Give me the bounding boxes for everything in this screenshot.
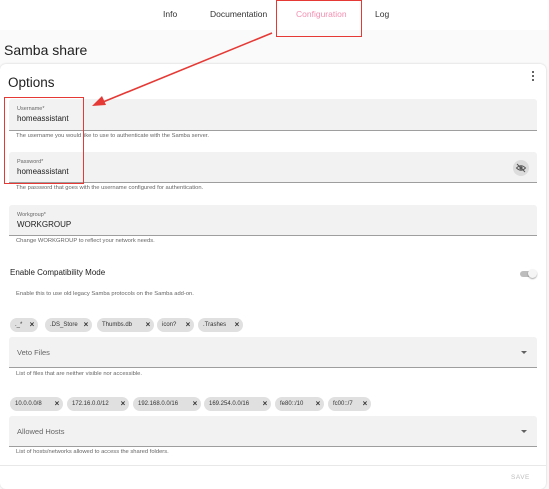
visibility-off-icon[interactable] — [513, 160, 529, 176]
veto-chip: ._* × — [10, 318, 38, 332]
compat-mode-toggle[interactable] — [518, 269, 537, 278]
chip-label: .Trashes — [203, 322, 227, 328]
chip-remove-icon[interactable]: × — [144, 318, 152, 332]
card-title: Options — [8, 75, 55, 90]
veto-files-label: Veto Files — [17, 348, 50, 357]
tab-info[interactable]: Info — [163, 9, 177, 19]
chip-remove-icon[interactable]: × — [261, 397, 269, 411]
chip-label: Thumbs.db — [102, 322, 133, 328]
chip-label: 172.16.0.0/12 — [72, 401, 109, 407]
chip-remove-icon[interactable]: × — [233, 318, 241, 332]
workgroup-field[interactable]: Workgroup* WORKGROUP — [9, 205, 537, 236]
chip-label: 10.0.0.0/8 — [15, 401, 42, 407]
host-chip: fe80::/10 × — [275, 397, 324, 411]
dropdown-arrow-icon[interactable] — [521, 430, 527, 433]
password-field[interactable]: Password* homeassistant — [9, 152, 537, 183]
host-chip: 10.0.0.0/8 × — [10, 397, 63, 411]
host-chip: 172.16.0.0/12 × — [67, 397, 129, 411]
veto-chip: .DS_Store × — [45, 318, 92, 332]
save-button[interactable]: SAVE — [511, 474, 530, 481]
chip-remove-icon[interactable]: × — [314, 397, 322, 411]
chip-label: fe80::/10 — [280, 401, 304, 407]
chip-label: 169.254.0.0/16 — [209, 401, 250, 407]
allowed-hosts-helper: List of hosts/networks allowed to access… — [16, 449, 169, 455]
chip-remove-icon[interactable]: × — [361, 397, 369, 411]
allowed-hosts-dropdown[interactable]: Allowed Hosts — [9, 416, 537, 447]
chip-remove-icon[interactable]: × — [82, 318, 90, 332]
host-chip: 192.168.0.0/16 × — [133, 397, 201, 411]
username-field[interactable]: Username* homeassistant — [9, 99, 537, 131]
veto-files-dropdown[interactable]: Veto Files — [9, 337, 537, 368]
chip-label: .DS_Store — [50, 322, 78, 328]
veto-chip: Thumbs.db × — [97, 318, 154, 332]
tab-documentation[interactable]: Documentation — [210, 9, 267, 19]
veto-chip: .Trashes × — [198, 318, 243, 332]
chip-remove-icon[interactable]: × — [191, 397, 199, 411]
host-chip: 169.254.0.0/16 × — [204, 397, 271, 411]
chip-label: fc00::/7 — [333, 401, 353, 407]
workgroup-label: Workgroup* — [17, 212, 46, 218]
workgroup-helper: Change WORKGROUP to reflect your network… — [16, 238, 155, 244]
more-options-icon[interactable] — [530, 71, 536, 83]
veto-chip: icon? × — [157, 318, 194, 332]
veto-files-helper: List of files that are neither visible n… — [16, 371, 142, 377]
tab-bar: Info Documentation Configuration Log — [0, 0, 549, 30]
page-title: Samba share — [4, 42, 88, 58]
chip-remove-icon[interactable]: × — [28, 318, 36, 332]
password-helper: The password that goes with the username… — [16, 185, 204, 191]
annotation-box-configuration — [276, 0, 362, 37]
actions-divider — [0, 465, 546, 466]
tab-log[interactable]: Log — [375, 9, 389, 19]
host-chip: fc00::/7 × — [328, 397, 371, 411]
chip-label: ._* — [15, 322, 23, 328]
chip-remove-icon[interactable]: × — [119, 397, 127, 411]
chip-remove-icon[interactable]: × — [53, 397, 61, 411]
workgroup-value[interactable]: WORKGROUP — [17, 220, 71, 229]
chip-remove-icon[interactable]: × — [184, 318, 192, 332]
compat-mode-helper: Enable this to use old legacy Samba prot… — [16, 291, 194, 297]
chip-label: icon? — [162, 322, 177, 328]
annotation-box-credentials — [4, 97, 84, 184]
dropdown-arrow-icon[interactable] — [521, 351, 527, 354]
allowed-hosts-label: Allowed Hosts — [17, 427, 65, 436]
chip-label: 192.168.0.0/16 — [138, 401, 179, 407]
compat-mode-label: Enable Compatibility Mode — [10, 268, 106, 277]
